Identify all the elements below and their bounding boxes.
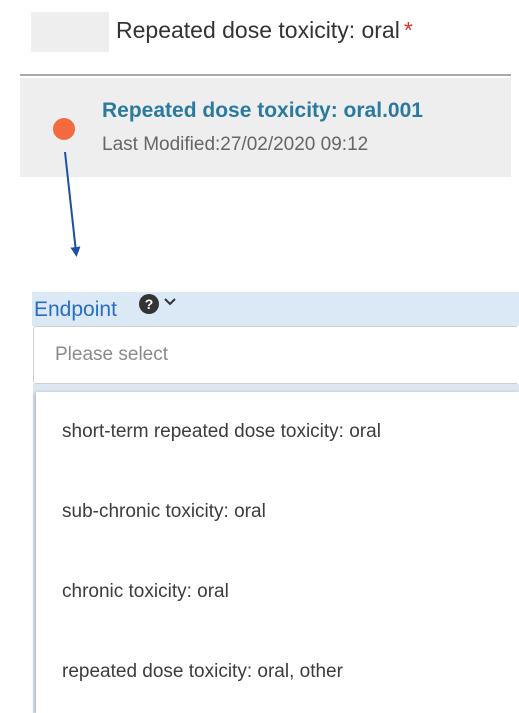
endpoint-field-header: Endpoint ? xyxy=(32,292,519,326)
option-other[interactable]: repeated dose toxicity: oral, other xyxy=(62,661,343,683)
option-short-term[interactable]: short-term repeated dose toxicity: oral xyxy=(62,421,381,443)
help-icon[interactable]: ? xyxy=(139,294,159,314)
required-asterisk: * xyxy=(403,17,413,43)
section-divider xyxy=(20,74,511,76)
blank-thumbnail xyxy=(31,12,109,52)
record-title-link[interactable]: Repeated dose toxicity: oral.001 xyxy=(102,99,423,123)
section-title-text: Repeated dose toxicity: oral xyxy=(116,17,400,43)
endpoint-dropdown-menu: short-term repeated dose toxicity: oral … xyxy=(36,392,519,713)
option-sub-chronic[interactable]: sub-chronic toxicity: oral xyxy=(62,501,266,523)
record-last-modified: Last Modified:27/02/2020 09:12 xyxy=(102,134,369,155)
section-title-row: Repeated dose toxicity: oral * xyxy=(0,0,519,66)
chevron-down-icon[interactable] xyxy=(164,296,176,308)
section-title: Repeated dose toxicity: oral * xyxy=(116,17,413,44)
option-chronic[interactable]: chronic toxicity: oral xyxy=(62,581,229,603)
endpoint-select[interactable]: Please select xyxy=(33,326,517,384)
record-item[interactable]: Repeated dose toxicity: oral.001 Last Mo… xyxy=(20,78,511,177)
select-placeholder: Please select xyxy=(55,344,169,365)
endpoint-label: Endpoint xyxy=(34,298,117,321)
status-dot-icon xyxy=(53,118,75,140)
